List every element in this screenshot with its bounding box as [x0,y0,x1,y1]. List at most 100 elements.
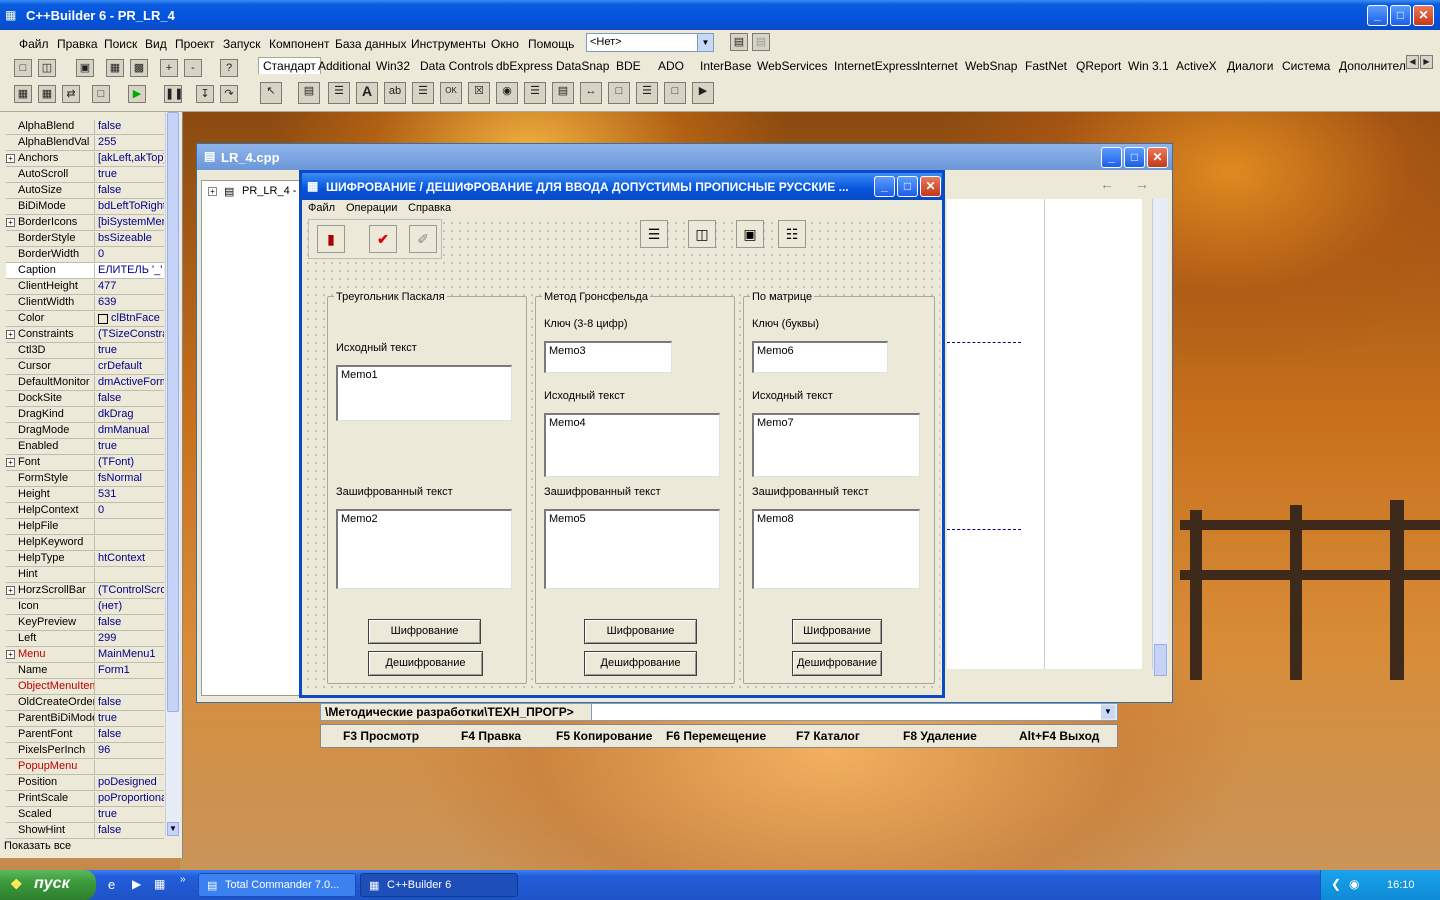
exit-icon[interactable]: ▮ [317,225,345,253]
property-value[interactable]: bdLeftToRight [94,200,164,215]
ide-menu-item[interactable]: Вид [145,37,167,51]
form-menu-item[interactable]: Операции [346,202,397,214]
task-cbuilder[interactable]: ▦ C++Builder 6 [360,873,518,897]
property-value[interactable]: dkDrag [94,408,164,423]
tc-fkey-button[interactable]: F4 Правка [461,729,521,743]
view-forms-icon[interactable]: ▦ [38,85,56,103]
property-row[interactable]: AutoSize false [6,183,164,199]
code-minimize-button[interactable]: _ [1101,147,1122,168]
memo8[interactable]: Memo8 [752,509,920,589]
palette-tab[interactable]: ActiveX [1176,59,1217,73]
palette-tab[interactable]: DataSnap [556,59,609,73]
show-all-footer[interactable]: Показать все [4,840,180,856]
property-value[interactable]: 255 [94,136,164,151]
check-icon[interactable]: ✔ [369,225,397,253]
property-value[interactable]: 639 [94,296,164,311]
property-row[interactable]: BorderStyle bsSizeable [6,231,164,247]
ide-menu-item[interactable]: Поиск [104,37,137,51]
code-close-button[interactable]: ✕ [1147,147,1168,168]
property-row[interactable]: + Menu MainMenu1 [6,647,164,663]
matrix-decrypt-button[interactable]: Дешифрование [792,651,882,676]
property-value[interactable]: true [94,712,164,727]
property-row[interactable]: HelpFile [6,519,164,535]
open-icon[interactable]: ◫ [38,59,56,77]
property-value[interactable]: true [94,168,164,183]
property-value[interactable]: true [94,440,164,455]
property-row[interactable]: Icon (нет) [6,599,164,615]
radiogroup-icon[interactable]: ☰ [636,82,658,104]
property-row[interactable]: +BorderIcons [biSystemMenu [6,215,164,231]
property-value[interactable]: 96 [94,744,164,759]
property-row[interactable]: DefaultMonitor dmActiveForm [6,375,164,391]
view-unit-icon[interactable]: ▤ [730,33,748,51]
property-value[interactable]: bsSizeable [94,232,164,247]
pascal-encrypt-button[interactable]: Шифрование [368,619,481,644]
chevron-down-icon[interactable]: ▼ [697,34,713,51]
minimize-button[interactable]: _ [1367,5,1388,26]
palette-tab[interactable]: Win 3.1 [1128,59,1169,73]
property-row[interactable]: AlphaBlend false [6,119,164,135]
task-total-commander[interactable]: ▤ Total Commander 7.0... [198,873,356,897]
gronsfeld-encrypt-button[interactable]: Шифрование [584,619,697,644]
palette-tab[interactable]: Win32 [376,59,410,73]
property-value[interactable]: poProportional [94,792,164,807]
palette-tab[interactable]: FastNet [1025,59,1067,73]
property-value[interactable]: 0 [94,504,164,519]
inspector-scrollbar[interactable]: ▼ [165,112,180,836]
property-row[interactable]: HelpType htContext [6,551,164,567]
property-value[interactable]: Form1 [94,664,164,679]
property-value[interactable]: fsNormal [94,472,164,487]
expand-icon[interactable]: + [6,586,15,595]
tc-fkey-button[interactable]: F3 Просмотр [343,729,419,743]
property-row[interactable]: HelpContext 0 [6,503,164,519]
ide-menu-item[interactable]: Проект [175,37,215,51]
scrollbar-icon[interactable]: ↔ [580,82,602,104]
ide-menu-item[interactable]: Помощь [528,37,574,51]
palette-tab[interactable]: QReport [1076,59,1121,73]
property-value[interactable] [94,760,164,775]
palette-tab[interactable]: Internet [917,59,958,73]
palette-tab[interactable]: Стандарт [258,57,321,74]
ide-menu-item[interactable]: Компонент [269,37,330,51]
palette-tab[interactable]: Additional [318,59,371,73]
property-row[interactable]: ParentFont false [6,727,164,743]
property-row[interactable]: + Constraints (TSizeConstrai [6,327,164,343]
property-row[interactable]: Left 299 [6,631,164,647]
property-row[interactable]: Name Form1 [6,663,164,679]
property-row[interactable]: Hint [6,567,164,583]
property-row[interactable]: KeyPreview false [6,615,164,631]
button-icon[interactable]: OK [440,82,462,104]
palette-tab[interactable]: dbExpress [496,59,553,73]
property-row[interactable]: BiDiMode bdLeftToRight [6,199,164,215]
memo1[interactable]: Memo1 [336,365,512,421]
property-row[interactable]: +HorzScrollBar (TControlScroll [6,583,164,599]
open-project-icon[interactable]: ▩ [130,59,148,77]
property-value[interactable]: true [94,344,164,359]
property-value[interactable] [94,568,164,583]
property-row[interactable]: DockSite false [6,391,164,407]
memo5[interactable]: Memo5 [544,509,720,589]
toggle-form-unit-icon[interactable]: ⇄ [62,85,80,103]
property-row[interactable]: ObjectMenuItem [6,679,164,695]
palette-tab[interactable]: Диалоги [1227,59,1273,73]
pascal-decrypt-button[interactable]: Дешифрование [368,651,483,676]
quicklaunch-icon[interactable]: ▦ [154,877,165,891]
property-row[interactable]: FormStyle fsNormal [6,471,164,487]
pointer-icon[interactable]: ↖ [260,82,282,104]
property-value[interactable]: ЕЛИТЕЛЬ '_' [94,264,164,279]
property-row[interactable]: ShowHint false [6,823,164,839]
combobox-icon[interactable]: ▤ [552,82,574,104]
expand-icon[interactable]: + [208,187,217,196]
property-row[interactable]: Ctl3D true [6,343,164,359]
memo4[interactable]: Memo4 [544,413,720,477]
property-row[interactable]: AutoScroll true [6,167,164,183]
palette-tab[interactable]: Дополнител [1339,59,1406,73]
property-value[interactable]: poDesigned [94,776,164,791]
property-value[interactable]: 531 [94,488,164,503]
property-value[interactable] [94,520,164,535]
tc-fkey-button[interactable]: F5 Копирование [556,729,652,743]
property-row[interactable]: PopupMenu [6,759,164,775]
trace-into-icon[interactable]: ↧ [196,85,214,103]
property-row[interactable]: ClientHeight 477 [6,279,164,295]
property-row[interactable]: ParentBiDiMode true [6,711,164,727]
